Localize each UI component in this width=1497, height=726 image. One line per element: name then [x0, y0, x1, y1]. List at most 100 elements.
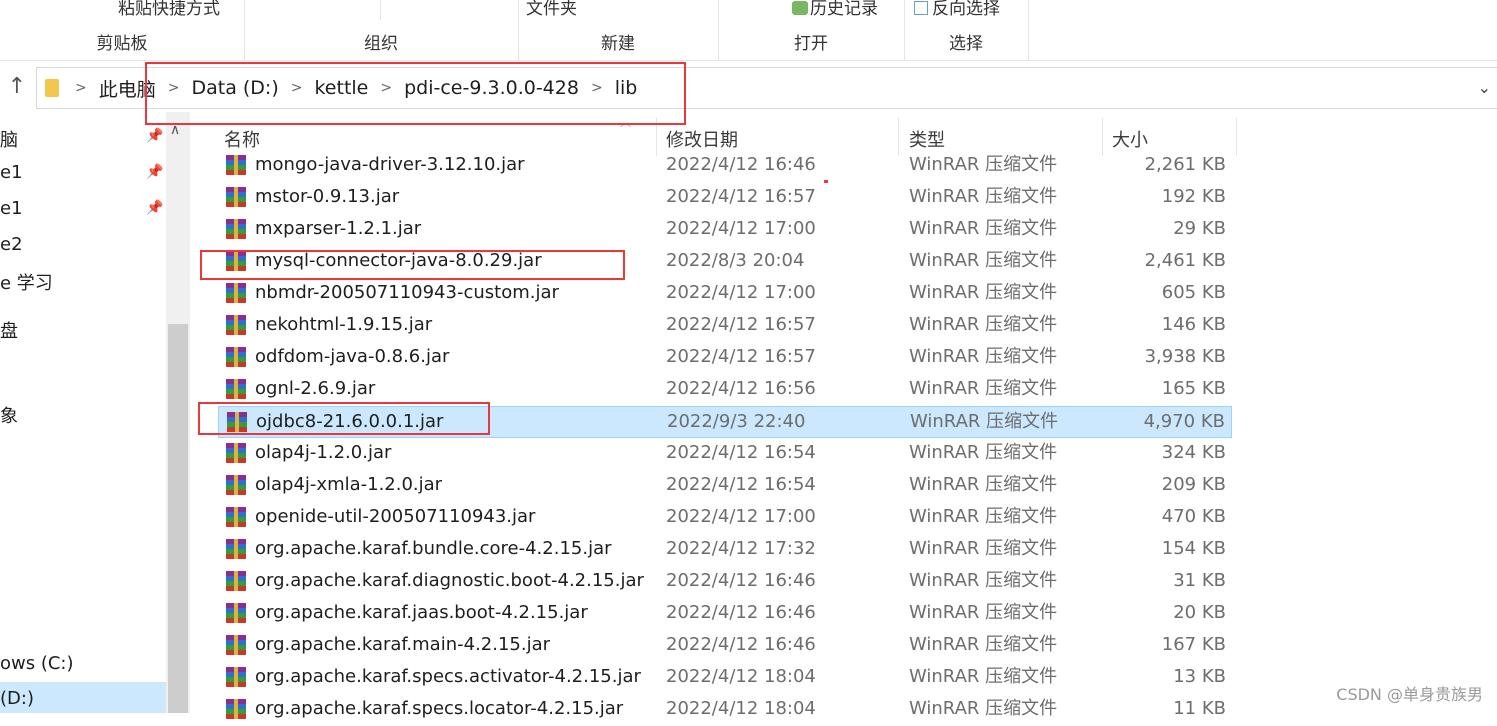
file-row[interactable]: org.apache.karaf.main-4.2.15.jar 2022/4/1…	[218, 630, 1232, 662]
file-row[interactable]: org.apache.karaf.diagnostic.boot-4.2.15.…	[218, 566, 1232, 598]
red-mark	[824, 180, 828, 183]
chevron-right-icon[interactable]: >	[283, 80, 311, 96]
nav-scrollbar[interactable]: ∧	[166, 112, 190, 713]
file-type: WinRAR 压缩文件	[909, 186, 1058, 207]
file-date: 2022/8/3 20:04	[666, 250, 805, 271]
file-type: WinRAR 压缩文件	[909, 154, 1058, 175]
nav-item[interactable]: e2	[0, 234, 23, 255]
file-date: 2022/4/12 16:54	[666, 474, 816, 495]
file-type: WinRAR 压缩文件	[909, 282, 1058, 303]
pin-icon[interactable]: 📌	[146, 128, 163, 144]
up-arrow-icon[interactable]: ↑	[4, 75, 30, 99]
nav-item[interactable]: 象	[0, 402, 18, 428]
paste-shortcut-button[interactable]: 粘贴快捷方式	[118, 0, 220, 19]
file-row[interactable]: mstor-0.9.13.jar 2022/4/12 16:57 WinRAR 压缩…	[218, 182, 1232, 214]
invert-selection-button[interactable]: 反向选择	[914, 0, 1000, 19]
nav-item[interactable]: e1	[0, 162, 23, 183]
new-folder-button[interactable]: 文件夹	[526, 0, 577, 19]
file-name: mongo-java-driver-3.12.10.jar	[255, 154, 525, 175]
file-size: 146 KB	[1161, 314, 1226, 335]
file-name: ognl-2.6.9.jar	[255, 378, 376, 399]
history-label: 历史记录	[810, 0, 878, 19]
file-size: 2,461 KB	[1144, 250, 1226, 271]
column-header-date[interactable]: 修改日期	[666, 126, 738, 152]
file-row[interactable]: mxparser-1.2.1.jar 2022/4/12 17:00 WinRAR …	[218, 214, 1232, 246]
column-divider[interactable]	[1236, 118, 1237, 156]
nav-item[interactable]: 盘	[0, 317, 18, 343]
file-row[interactable]: mysql-connector-java-8.0.29.jar 2022/8/3 …	[218, 246, 1232, 278]
ribbon-group-open: 历史记录 打开	[718, 0, 905, 60]
nav-item[interactable]: 脑	[0, 126, 18, 152]
file-row[interactable]: ognl-2.6.9.jar 2022/4/12 16:56 WinRAR 压缩文件…	[218, 374, 1232, 406]
history-button[interactable]: 历史记录	[792, 0, 878, 19]
breadcrumb-kettle[interactable]: kettle	[310, 77, 372, 99]
winrar-archive-icon	[226, 251, 246, 271]
ribbon-divider	[380, 0, 381, 20]
nav-item[interactable]: e 学习	[0, 269, 53, 295]
breadcrumb-this-pc[interactable]: 此电脑	[95, 75, 160, 102]
invert-selection-label: 反向选择	[932, 0, 1000, 19]
file-name: mxparser-1.2.1.jar	[255, 218, 422, 239]
file-type: WinRAR 压缩文件	[909, 698, 1058, 719]
column-header-type[interactable]: 类型	[909, 126, 945, 152]
file-row[interactable]: olap4j-xmla-1.2.0.jar 2022/4/12 16:54 WinR…	[218, 470, 1232, 502]
file-row[interactable]: ojdbc8-21.6.0.0.1.jar 2022/9/3 22:40 WinRA…	[218, 406, 1232, 438]
file-type: WinRAR 压缩文件	[909, 666, 1058, 687]
file-size: 29 KB	[1173, 218, 1226, 239]
ribbon-group-label: 新建	[601, 34, 635, 54]
file-type: WinRAR 压缩文件	[909, 314, 1058, 335]
file-name: org.apache.karaf.jaas.boot-4.2.15.jar	[255, 602, 588, 623]
winrar-archive-icon	[226, 475, 246, 495]
file-name: org.apache.karaf.diagnostic.boot-4.2.15.…	[255, 570, 644, 591]
file-name: odfdom-java-0.8.6.jar	[255, 346, 450, 367]
file-row[interactable]: nekohtml-1.9.15.jar 2022/4/12 16:57 WinRAR…	[218, 310, 1232, 342]
address-bar[interactable]: > 此电脑 > Data (D:) > kettle > pdi-ce-9.3.…	[36, 67, 1497, 109]
chevron-up-icon[interactable]: ∧	[170, 122, 180, 138]
file-row[interactable]: org.apache.karaf.bundle.core-4.2.15.jar 2…	[218, 534, 1232, 566]
pin-icon[interactable]: 📌	[146, 200, 163, 216]
winrar-archive-icon	[226, 635, 246, 655]
file-type: WinRAR 压缩文件	[909, 474, 1058, 495]
breadcrumb-pdi[interactable]: pdi-ce-9.3.0.0-428	[400, 77, 583, 99]
file-row[interactable]: org.apache.karaf.specs.activator-4.2.15.…	[218, 662, 1232, 694]
ribbon-group-organize: 组织	[244, 0, 519, 60]
file-row[interactable]: nbmdr-200507110943-custom.jar 2022/4/12 1…	[218, 278, 1232, 310]
winrar-archive-icon	[226, 571, 246, 591]
winrar-archive-icon	[226, 187, 246, 207]
nav-item-d-drive[interactable]: (D:)	[0, 688, 34, 709]
file-type: WinRAR 压缩文件	[909, 218, 1058, 239]
file-row[interactable]: org.apache.karaf.jaas.boot-4.2.15.jar 202…	[218, 598, 1232, 630]
file-date: 2022/4/12 16:46	[666, 570, 816, 591]
file-date: 2022/4/12 17:00	[666, 218, 816, 239]
sort-ascending-icon: ︿	[620, 116, 631, 129]
chevron-right-icon[interactable]: >	[583, 80, 611, 96]
chevron-right-icon[interactable]: >	[160, 80, 188, 96]
file-row[interactable]: org.apache.karaf.specs.locator-4.2.15.ja…	[218, 694, 1232, 726]
winrar-archive-icon	[226, 443, 246, 463]
invert-selection-icon	[914, 1, 928, 15]
ribbon-group-label: 组织	[364, 34, 398, 54]
chevron-right-icon[interactable]: >	[372, 80, 400, 96]
file-size: 167 KB	[1161, 634, 1226, 655]
file-type: WinRAR 压缩文件	[909, 538, 1058, 559]
file-size: 4,970 KB	[1143, 411, 1225, 432]
nav-item-c-drive[interactable]: ows (C:)	[0, 653, 74, 674]
file-row[interactable]: odfdom-java-0.8.6.jar 2022/4/12 16:57 WinR…	[218, 342, 1232, 374]
breadcrumb-data-drive[interactable]: Data (D:)	[187, 77, 282, 99]
file-row[interactable]: mongo-java-driver-3.12.10.jar 2022/4/12 1…	[218, 150, 1232, 182]
file-size: 165 KB	[1161, 378, 1226, 399]
file-row[interactable]: olap4j-1.2.0.jar 2022/4/12 16:54 WinRAR 压缩…	[218, 438, 1232, 470]
file-date: 2022/4/12 17:32	[666, 538, 816, 559]
breadcrumb-lib[interactable]: lib	[611, 77, 642, 99]
chevron-down-icon[interactable]: ⌄	[1478, 78, 1491, 97]
column-header-size[interactable]: 大小	[1112, 126, 1148, 152]
file-row[interactable]: openide-util-200507110943.jar 2022/4/12 1…	[218, 502, 1232, 534]
scrollbar-thumb[interactable]	[168, 324, 188, 713]
winrar-archive-icon	[226, 283, 246, 303]
ribbon-group-new: 文件夹 新建	[518, 0, 719, 60]
column-header-name[interactable]: 名称	[224, 126, 260, 152]
nav-item[interactable]: e1	[0, 198, 23, 219]
pin-icon[interactable]: 📌	[146, 164, 163, 180]
ribbon-group-label: 剪贴板	[96, 34, 148, 54]
chevron-right-icon[interactable]: >	[67, 80, 95, 96]
